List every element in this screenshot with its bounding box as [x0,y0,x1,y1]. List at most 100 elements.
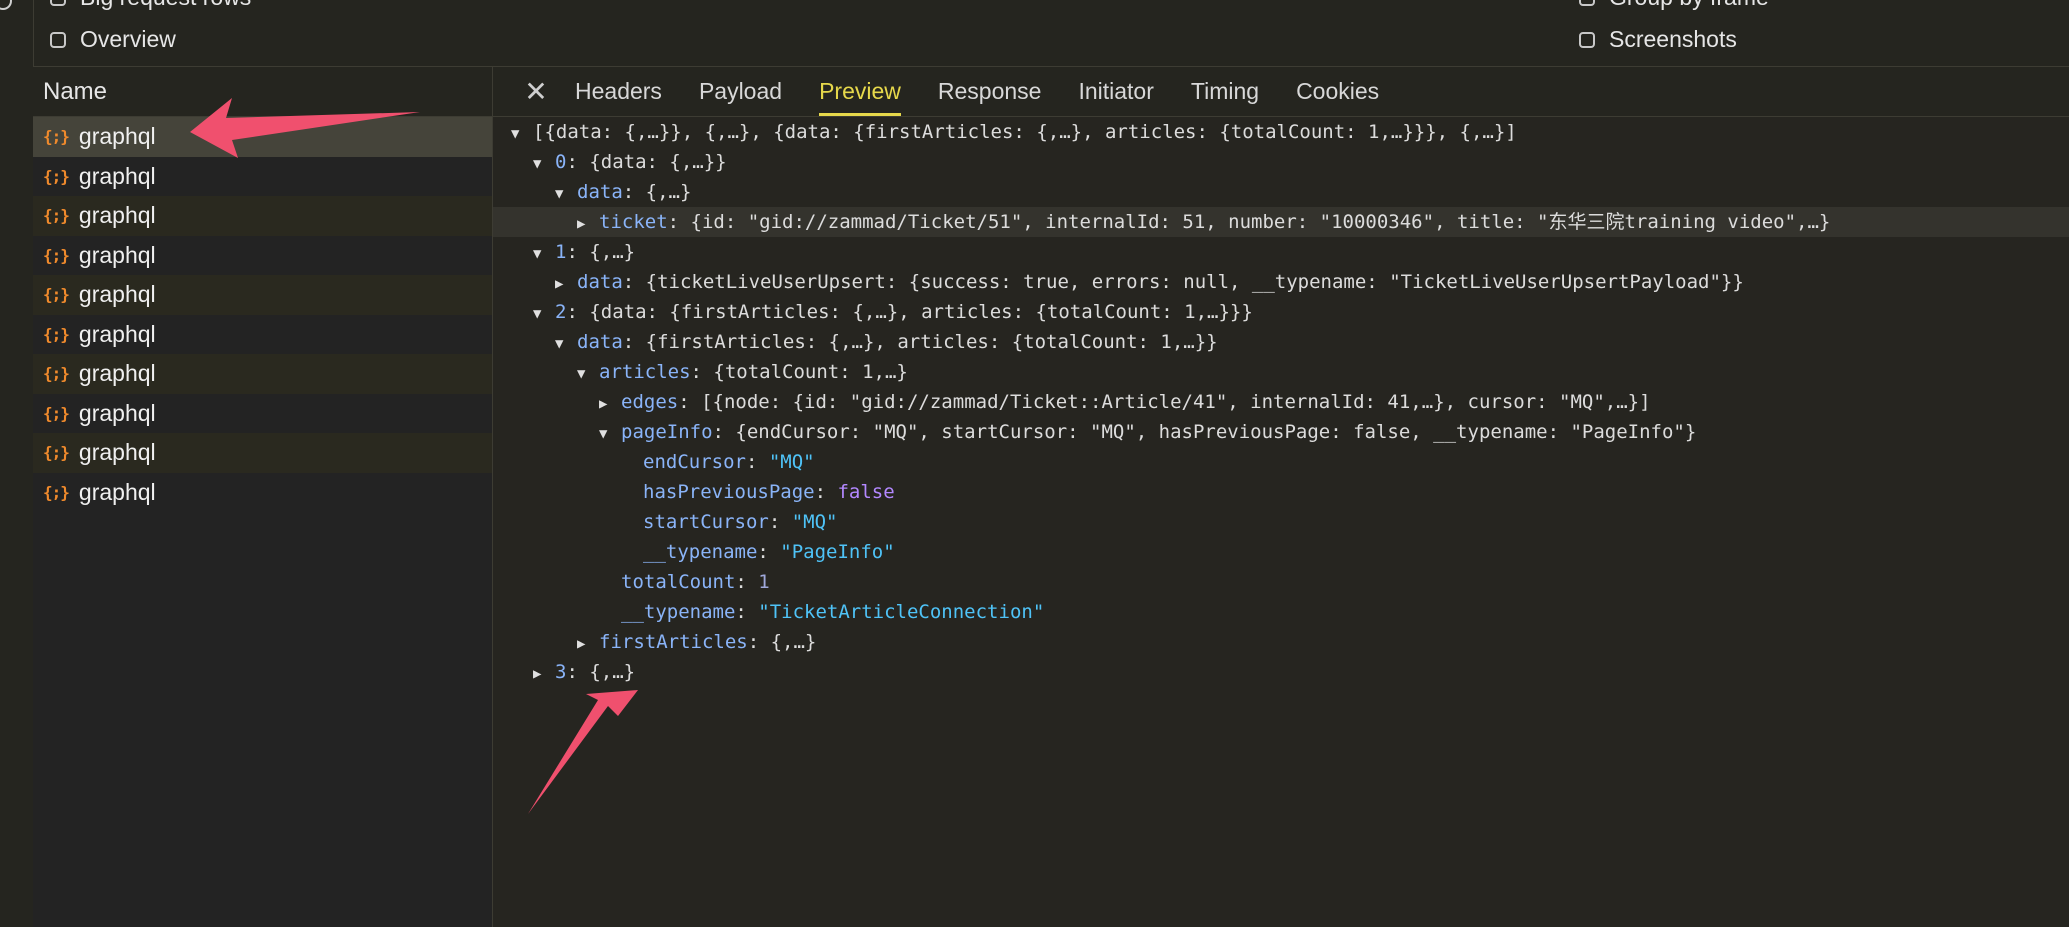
tree-value: "PageInfo" [780,541,895,563]
tab-cookies[interactable]: Cookies [1296,67,1379,116]
toolbar: Big request rows Overview Group by frame… [0,0,2069,67]
option-label: Group by frame [1609,0,1769,11]
tree-value: {firstArticles: {,…}, articles: {totalCo… [645,331,1218,353]
request-name: graphql [78,399,156,426]
tree-key: ticket [599,211,668,233]
tree-node[interactable]: ▼ data: {,…} [555,177,691,207]
expanded-triangle-icon[interactable]: ▼ [533,299,555,329]
tree-value: [{node: {id: "gid://zammad/Ticket::Artic… [701,391,1651,413]
name-column-header[interactable]: Name [33,67,492,117]
tree-node[interactable]: ▼ [{data: {,…}}, {,…}, {data: {firstArtic… [511,117,1517,147]
option-group-by-frame[interactable]: Group by frame [1579,0,1769,11]
request-row[interactable]: {;} graphql [33,473,492,513]
tree-value: {ticketLiveUserUpsert: {success: true, e… [645,271,1744,293]
request-row[interactable]: {;} graphql [33,394,492,434]
expanded-triangle-icon[interactable]: ▼ [533,239,555,269]
collapsed-triangle-icon[interactable]: ▶ [577,209,599,239]
request-list-panel: Name {;} graphql {;} graphql {;} graphql {;} gr… [33,67,493,927]
request-row[interactable]: {;} graphql [33,196,492,236]
request-row[interactable]: {;} graphql [33,433,492,473]
tree-node[interactable]: ▼ pageInfo: {endCursor: "MQ", startCursor… [599,417,1696,447]
json-braces-icon: {;} [43,324,70,344]
tree-value: {id: "gid://zammad/Ticket/51", internalI… [690,211,1831,233]
tree-key: hasPreviousPage [643,481,815,503]
request-row[interactable]: {;} graphql [33,354,492,394]
request-row[interactable]: {;} graphql [33,315,492,355]
checkbox[interactable] [50,31,66,48]
json-braces-icon: {;} [43,166,70,186]
tab-initiator[interactable]: Initiator [1078,67,1153,116]
tree-value: [{data: {,…}}, {,…}, {data: {firstArticl… [533,121,1517,143]
tab-list: Headers Payload Preview Response Initiator Ti… [575,67,1416,116]
tree-key: 0 [555,151,567,173]
tree-value: "MQ" [768,451,815,473]
request-detail-panel: ✕ Headers Payload Preview Response Initiator… [493,67,2069,927]
tab-preview[interactable]: Preview [819,67,901,116]
left-gutter [0,0,34,927]
tree-node[interactable]: ▶ 3: {,…} [533,657,635,687]
tree-node[interactable]: ▼ 1: {,…} [533,237,635,267]
tree-key: 2 [555,301,567,323]
tree-key: data [577,271,623,293]
json-braces-icon: {;} [43,245,70,265]
expanded-triangle-icon[interactable]: ▼ [511,119,533,149]
json-braces-icon: {;} [43,364,70,384]
tree-key: firstArticles [599,631,748,653]
tree-node[interactable]: ▼ 2: {data: {firstArticles: {,…}, article… [533,297,1253,327]
tree-node[interactable]: ▶ ticket: {id: "gid://zammad/Ticket/51", … [493,207,2069,237]
tree-node[interactable]: ▼ articles: {totalCount: 1,…} [577,357,908,387]
tab-payload[interactable]: Payload [699,67,782,116]
collapsed-triangle-icon[interactable]: ▶ [577,629,599,659]
request-list: {;} graphql {;} graphql {;} graphql {;} graphql… [33,117,492,512]
refresh-icon[interactable] [0,0,12,10]
collapsed-triangle-icon[interactable]: ▶ [533,659,555,689]
tree-value: "TicketArticleConnection" [758,601,1045,623]
tree-value: 1 [758,571,770,593]
tab-headers[interactable]: Headers [575,67,662,116]
option-overview[interactable]: Overview [50,26,176,53]
tree-value: {,…} [589,661,636,683]
request-name: graphql [78,478,156,505]
tree-value: {,…} [645,181,692,203]
tree-node[interactable]: ▼ 0: {data: {,…}} [533,147,727,177]
request-row[interactable]: {;} graphql [33,157,492,197]
checkbox[interactable] [1579,31,1595,48]
expanded-triangle-icon[interactable]: ▼ [577,359,599,389]
tree-key: articles [599,361,691,383]
checkbox[interactable] [50,0,66,6]
json-braces-icon: {;} [43,127,70,147]
tree-node: startCursor: "MQ" [643,511,838,533]
tree-node: endCursor: "MQ" [643,451,815,473]
expanded-triangle-icon[interactable]: ▼ [555,179,577,209]
tree-node: __typename: "TicketArticleConnection" [621,601,1045,623]
json-braces-icon: {;} [43,443,70,463]
request-row[interactable]: {;} graphql [33,275,492,315]
tree-key: totalCount [621,571,736,593]
tab-timing[interactable]: Timing [1191,67,1259,116]
tree-value: {,…} [770,631,817,653]
tree-value: {,…} [589,241,636,263]
request-name: graphql [78,241,156,268]
tree-node: __typename: "PageInfo" [643,541,895,563]
tab-response[interactable]: Response [938,67,1042,116]
collapsed-triangle-icon[interactable]: ▶ [555,269,577,299]
checkbox[interactable] [1579,0,1595,6]
tree-value: {data: {,…}} [589,151,727,173]
request-name: graphql [78,360,156,387]
expanded-triangle-icon[interactable]: ▼ [555,329,577,359]
tree-node[interactable]: ▶ firstArticles: {,…} [577,627,816,657]
tree-node: totalCount: 1 [621,571,770,593]
tree-key: pageInfo [621,421,713,443]
option-screenshots[interactable]: Screenshots [1579,26,1737,53]
tree-node[interactable]: ▶ edges: [{node: {id: "gid://zammad/Ticke… [599,387,1651,417]
close-icon[interactable]: ✕ [519,75,553,108]
request-row[interactable]: {;} graphql [33,117,492,157]
expanded-triangle-icon[interactable]: ▼ [533,149,555,179]
option-big-request-rows[interactable]: Big request rows [50,0,251,11]
tree-node[interactable]: ▶ data: {ticketLiveUserUpsert: {success: … [555,267,1744,297]
expanded-triangle-icon[interactable]: ▼ [599,419,621,449]
tree-node[interactable]: ▼ data: {firstArticles: {,…}, articles: {… [555,327,1218,357]
json-braces-icon: {;} [43,206,70,226]
request-row[interactable]: {;} graphql [33,236,492,276]
collapsed-triangle-icon[interactable]: ▶ [599,389,621,419]
